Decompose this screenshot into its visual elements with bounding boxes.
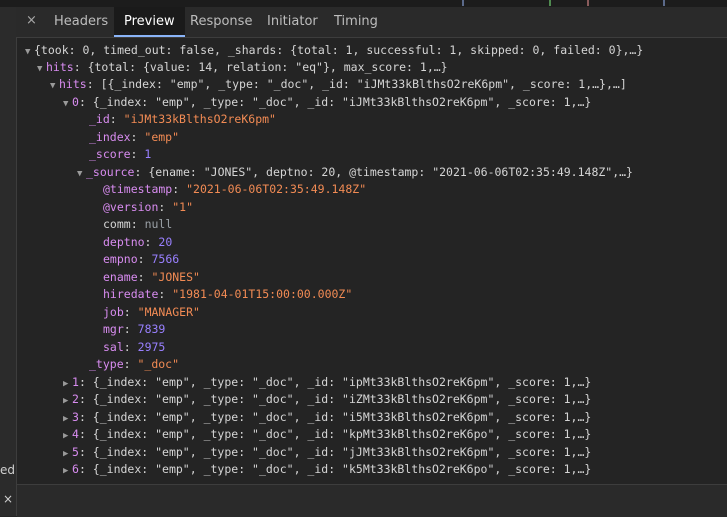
tree-node-item-3[interactable]: ▶ 3: {_index: "emp", _type: "_doc", _id: … (63, 409, 591, 426)
timeline-mark (549, 0, 551, 6)
collapse-triangle-icon[interactable]: ▶ (63, 463, 72, 480)
tree-prop-mgr: mgr: 7839 (103, 322, 166, 336)
tree-node-item-4[interactable]: ▶ 4: {_index: "emp", _type: "_doc", _id: … (63, 426, 591, 443)
tree-node-item-6[interactable]: ▶ 6: {_index: "emp", _type: "_doc", _id: … (63, 461, 591, 478)
tree-prop-version: @version: "1" (103, 200, 194, 214)
tree-prop-ename: ename: "JONES" (103, 270, 200, 284)
expand-triangle-icon[interactable]: ▼ (50, 78, 59, 95)
tree-prop-job: job: "MANAGER" (103, 305, 200, 319)
tab-timing[interactable]: Timing (334, 7, 378, 37)
tab-bar: × Headers Preview Response Initiator Tim… (16, 7, 727, 38)
close-icon[interactable]: × (3, 492, 13, 506)
tree-key: hits (59, 77, 87, 91)
tab-preview[interactable]: Preview (114, 7, 185, 37)
expand-triangle-icon[interactable]: ▼ (37, 61, 46, 78)
collapse-triangle-icon[interactable]: ▶ (63, 393, 72, 410)
close-icon[interactable]: × (26, 13, 37, 28)
tree-node-root[interactable]: ▼ {took: 0, timed_out: false, _shards: {t… (25, 42, 643, 59)
tree-prop-deptno: deptno: 20 (103, 235, 173, 249)
tree-prop-score: _score: 1 (89, 147, 152, 161)
truncated-text: ed (0, 463, 15, 477)
tree-key: _source (86, 165, 135, 179)
tab-initiator[interactable]: Initiator (267, 7, 318, 37)
tree-summary: {_index: "emp", _type: "_doc", _id: "iJM… (92, 95, 592, 109)
tab-response[interactable]: Response (190, 7, 252, 37)
tree-prop-index: _index: "emp" (89, 130, 180, 144)
tree-node-item-2[interactable]: ▶ 2: {_index: "emp", _type: "_doc", _id: … (63, 391, 591, 408)
collapse-triangle-icon[interactable]: ▶ (63, 428, 72, 445)
tree-prop-timestamp: @timestamp: "2021-06-06T02:35:49.148Z" (103, 182, 367, 196)
tab-headers[interactable]: Headers (54, 7, 108, 37)
tree-node-hits-hits[interactable]: ▼ hits: [{_index: "emp", _type: "_doc", _… (50, 76, 627, 93)
timeline-mark (663, 0, 665, 6)
tree-summary: [{_index: "emp", _type: "_doc", _id: "iJ… (100, 77, 627, 91)
tree-node-item-5[interactable]: ▶ 5: {_index: "emp", _type: "_doc", _id: … (63, 444, 591, 461)
tree-key: hits (46, 60, 74, 74)
timeline-mark (587, 0, 589, 6)
tree-prop-comm: comm: null (103, 217, 173, 231)
tree-prop-id: _id: "iJMt33kBlthsO2reK6pm" (89, 112, 276, 126)
tree-prop-hiredate: hiredate: "1981-04-01T15:00:00.000Z" (103, 287, 353, 301)
tree-node-item-0[interactable]: ▼ 0: {_index: "emp", _type: "_doc", _id: … (63, 94, 591, 111)
tree-node-hits[interactable]: ▼ hits: {total: {value: 14, relation: "eq… (37, 59, 448, 76)
tree-summary: {ename: "JONES", deptno: 20, @timestamp:… (148, 165, 633, 179)
expand-triangle-icon[interactable]: ▼ (77, 166, 86, 183)
tree-prop-sal: sal: 2975 (103, 340, 166, 354)
expand-triangle-icon[interactable]: ▼ (63, 96, 72, 113)
tree-node-item-1[interactable]: ▶ 1: {_index: "emp", _type: "_doc", _id: … (63, 374, 591, 391)
root-summary: {took: 0, timed_out: false, _shards: {to… (34, 43, 644, 57)
top-strip (0, 0, 727, 7)
tree-node-source[interactable]: ▼ _source: {ename: "JONES", deptno: 20, @… (77, 164, 633, 181)
expand-triangle-icon[interactable]: ▼ (25, 44, 34, 61)
timeline-mark (462, 0, 464, 6)
tree-summary: {total: {value: 14, relation: "eq"}, max… (87, 60, 448, 74)
bottom-bar (17, 484, 727, 517)
request-list-panel: ed × (0, 7, 17, 516)
tree-key: 0 (72, 95, 79, 109)
tree-prop-empno: empno: 7566 (103, 252, 180, 266)
preview-tree: ▼ {took: 0, timed_out: false, _shards: {t… (17, 38, 727, 484)
tree-prop-type: _type: "_doc" (89, 357, 180, 371)
